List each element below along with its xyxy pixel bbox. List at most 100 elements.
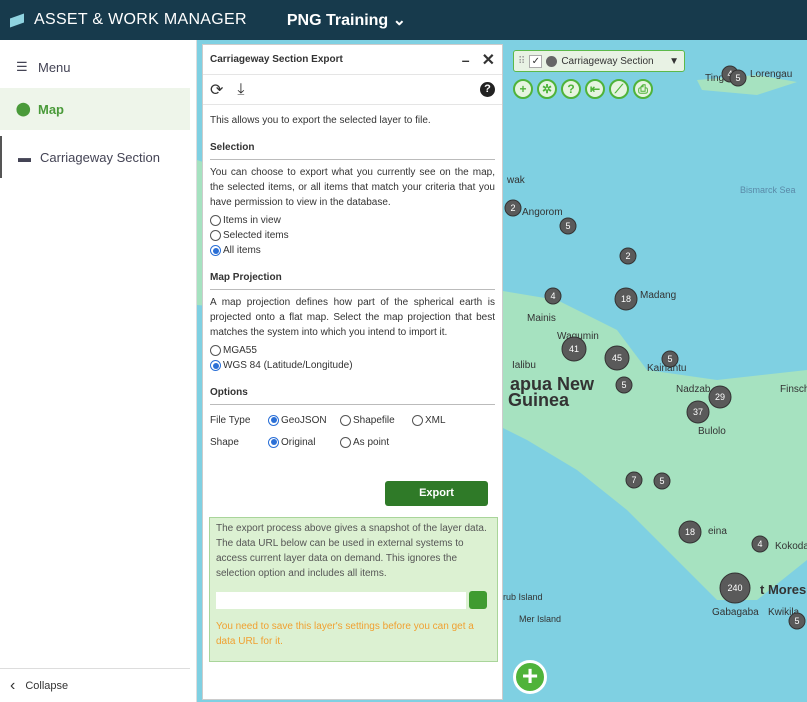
radio-mga55[interactable]: MGA55 (210, 343, 495, 358)
collapse-label: Collapse (25, 679, 69, 692)
export-button[interactable]: Export (385, 481, 488, 506)
radio-label: GeoJSON (281, 414, 327, 426)
svg-text:45: 45 (612, 353, 622, 363)
cluster-marker[interactable]: 5 (653, 472, 671, 490)
svg-text:7: 7 (631, 475, 636, 485)
cluster-marker[interactable]: 18 (678, 520, 702, 544)
svg-text:2: 2 (625, 251, 630, 261)
layer-visibility-checkbox[interactable]: ✓ (529, 54, 543, 68)
sidebar: ☰ Menu ⬤ Map ▬ Carriageway Section ‹ Collaps… (0, 40, 197, 702)
radio-selected-items[interactable]: Selected items (210, 228, 495, 243)
cluster-marker[interactable]: 18 (614, 287, 638, 311)
app-title: ASSET & WORK MANAGER (34, 11, 247, 28)
radio-label: All items (223, 245, 261, 256)
sidebar-item-carriageway-section[interactable]: ▬ Carriageway Section (0, 136, 196, 178)
svg-text:18: 18 (685, 527, 695, 537)
sidebar-item-menu[interactable]: ☰ Menu (0, 46, 196, 88)
svg-text:18: 18 (621, 294, 631, 304)
file-type-label: File Type (210, 414, 251, 426)
radio-as-point[interactable]: As point (340, 436, 412, 448)
shape-label: Shape (210, 436, 239, 448)
svg-text:5: 5 (621, 380, 626, 390)
hamburger-icon: ☰ (16, 59, 28, 74)
help-icon[interactable]: ? (561, 79, 581, 99)
export-dialog: Carriageway Section Export – ✕ ⟳ ⤓? This al… (202, 44, 503, 700)
svg-text:5: 5 (565, 221, 570, 231)
map-label: rub Island (503, 592, 543, 602)
save-warning: You need to save this layer's settings b… (216, 621, 474, 647)
minimize-icon[interactable]: – (462, 52, 470, 68)
svg-text:37: 37 (693, 407, 703, 417)
map-label: Mainis (527, 313, 556, 324)
radio-label: XML (425, 414, 446, 426)
cluster-marker[interactable]: 37 (686, 400, 710, 424)
cluster-marker[interactable]: 5 (788, 612, 806, 630)
radio-shapefile[interactable]: Shapefile (340, 414, 412, 426)
refresh-icon[interactable]: ⟳ (210, 80, 223, 100)
cluster-marker[interactable]: 7 (625, 471, 643, 489)
cluster-marker[interactable]: 45 (604, 345, 630, 371)
intro-text: This allows you to export the selected l… (210, 115, 431, 126)
cluster-marker[interactable]: 2 (619, 247, 637, 265)
cluster-marker[interactable]: 4 (544, 287, 562, 305)
download-icon[interactable]: ⤓ (237, 81, 244, 99)
copy-icon[interactable] (469, 591, 487, 609)
map-label: Ialibu (512, 360, 536, 371)
radio-label: WGS 84 (Latitude/Longitude) (223, 360, 353, 371)
map-label: Angorom (522, 207, 563, 218)
radio-xml[interactable]: XML (412, 414, 484, 426)
radio-label: Items in view (223, 215, 281, 226)
map-label: Bulolo (698, 426, 726, 437)
svg-text:4: 4 (550, 291, 555, 301)
radio-wgs84[interactable]: WGS 84 (Latitude/Longitude) (210, 358, 495, 373)
close-icon[interactable]: ✕ (482, 50, 495, 70)
add-feature-button[interactable]: + (513, 660, 547, 694)
chevron-down-icon: ⌄ (392, 12, 407, 29)
map-label: eina (708, 526, 727, 537)
radio-all-items[interactable]: All items (210, 243, 495, 258)
filter-icon[interactable]: ▼ (669, 56, 679, 67)
cluster-marker[interactable]: 4 (751, 535, 769, 553)
layer-name: Carriageway Section (561, 55, 654, 67)
back-icon[interactable]: ⇤ (585, 79, 605, 99)
print-icon[interactable]: ⎙ (633, 79, 653, 99)
cluster-marker[interactable]: 41 (561, 336, 587, 362)
cluster-marker[interactable]: 29 (708, 385, 732, 409)
map-label: t Moresby (760, 582, 807, 597)
map-label: Finsch (780, 384, 807, 395)
radio-geojson[interactable]: GeoJSON (268, 414, 340, 426)
ruler-icon[interactable]: ⟋ (609, 79, 629, 99)
cluster-marker[interactable]: 240 (719, 572, 751, 604)
svg-text:5: 5 (667, 354, 672, 364)
add-icon[interactable]: + (513, 79, 533, 99)
org-selector[interactable]: PNG Training ⌄ (287, 10, 406, 30)
map-label: Kokoda (775, 541, 807, 552)
map-label: wak (506, 175, 526, 186)
svg-text:240: 240 (727, 583, 742, 593)
radio-original[interactable]: Original (268, 436, 340, 448)
map-label: Nadzab (676, 384, 711, 395)
data-url-field[interactable] (216, 591, 466, 609)
radio-label: Shapefile (353, 414, 395, 426)
cluster-marker[interactable]: 5 (559, 217, 577, 235)
radio-items-in-view[interactable]: Items in view (210, 213, 495, 228)
road-icon: ▬ (18, 149, 31, 165)
app-header: ASSET & WORK MANAGER PNG Training ⌄ (0, 0, 807, 40)
logo-icon (10, 12, 24, 28)
help-icon[interactable]: ? (480, 82, 495, 97)
cluster-marker[interactable]: 5 (661, 350, 679, 368)
collapse-button[interactable]: ‹ Collapse (0, 668, 190, 702)
selection-heading: Selection (210, 142, 495, 160)
cluster-marker[interactable]: 2 (504, 199, 522, 217)
dialog-title: Carriageway Section Export (210, 54, 343, 65)
sidebar-item-map[interactable]: ⬤ Map (0, 88, 190, 130)
settings-icon[interactable]: ✲ (537, 79, 557, 99)
drag-handle-icon[interactable]: ⠿ (518, 56, 525, 67)
radio-label: MGA55 (223, 345, 257, 356)
cluster-marker[interactable]: 5 (615, 376, 633, 394)
layer-control[interactable]: ⠿ ✓ Carriageway Section ▼ (513, 50, 685, 72)
map-label: Madang (640, 290, 676, 301)
cluster-marker[interactable]: 5 (729, 69, 747, 87)
svg-text:5: 5 (659, 476, 664, 486)
sidebar-item-label: Carriageway Section (40, 149, 160, 165)
